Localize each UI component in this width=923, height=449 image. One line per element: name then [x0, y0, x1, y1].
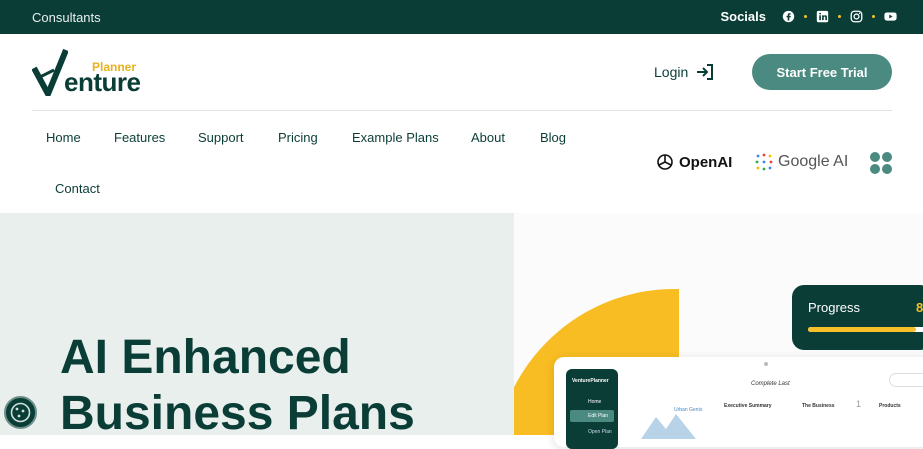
progress-card: Progress 8: [792, 285, 923, 350]
nav-pricing[interactable]: Pricing: [278, 130, 318, 145]
app-brand: VenturePlanner: [572, 378, 609, 384]
nav-contact[interactable]: Contact: [55, 181, 100, 196]
login-label: Login: [654, 64, 689, 80]
separator-dot: [804, 15, 807, 18]
nav-support[interactable]: Support: [198, 130, 244, 145]
cookie-icon: [10, 402, 31, 423]
nav-blog[interactable]: Blog: [540, 130, 566, 145]
hero-title: AI Enhanced Business Plans: [60, 330, 415, 442]
nav-features[interactable]: Features: [114, 130, 165, 145]
logo-venture-text: enture: [64, 67, 141, 97]
header-divider: [32, 110, 892, 111]
top-bar: Consultants Socials: [0, 0, 923, 34]
topbar-consultants[interactable]: Consultants: [32, 10, 101, 25]
logo-v-mark-icon: [32, 48, 68, 96]
linkedin-icon[interactable]: [816, 10, 829, 23]
instagram-icon[interactable]: [850, 10, 863, 23]
progress-label: Progress: [808, 300, 861, 315]
venture-planner-logo[interactable]: Planner enture: [32, 48, 142, 97]
camera-dot: [764, 362, 768, 366]
nav-about[interactable]: About: [471, 130, 505, 145]
app-col-products: Products: [879, 403, 901, 409]
socials-label: Socials: [720, 9, 766, 24]
app-menu-home: Home: [588, 399, 602, 405]
start-free-trial-button[interactable]: Start Free Trial: [752, 54, 892, 90]
app-preview-window: VenturePlanner Home Edit Plan Open Plan …: [554, 357, 923, 449]
openai-text: OpenAI: [679, 153, 733, 171]
hero-title-line2: Business Plans: [60, 387, 415, 440]
youtube-icon[interactable]: [884, 10, 897, 23]
google-ai-dots-icon: [755, 153, 773, 171]
app-menu-open: Open Plan: [588, 429, 612, 435]
google-ai-logo: Google AI: [754, 152, 848, 172]
app-col-business: The Business: [802, 403, 835, 409]
google-ai-text: Google AI: [778, 153, 849, 170]
progress-fill: [808, 327, 916, 332]
progress-value: 8: [916, 300, 923, 315]
nav-example-plans[interactable]: Example Plans: [352, 130, 439, 145]
clover-logo-icon: [870, 152, 892, 174]
app-col-exec: Executive Summary: [724, 403, 772, 409]
facebook-icon[interactable]: [782, 10, 795, 23]
nav-home[interactable]: Home: [46, 130, 81, 145]
separator-dot: [838, 15, 841, 18]
login-icon: [697, 64, 714, 80]
app-sidebar: VenturePlanner Home Edit Plan Open Plan: [566, 369, 618, 449]
app-business-count: 1: [856, 399, 862, 409]
hero-title-line1: AI Enhanced: [60, 331, 351, 384]
socials-group: Socials: [720, 9, 897, 24]
cookie-settings-button[interactable]: [4, 396, 37, 429]
separator-dot: [872, 15, 875, 18]
app-annotation: Complete Last: [751, 381, 790, 387]
login-link[interactable]: Login: [654, 64, 714, 80]
app-menu-edit: Edit Plan: [588, 413, 609, 419]
openai-logo: OpenAI: [655, 152, 732, 172]
openai-icon: [657, 154, 673, 170]
app-user-chip: [889, 373, 923, 387]
